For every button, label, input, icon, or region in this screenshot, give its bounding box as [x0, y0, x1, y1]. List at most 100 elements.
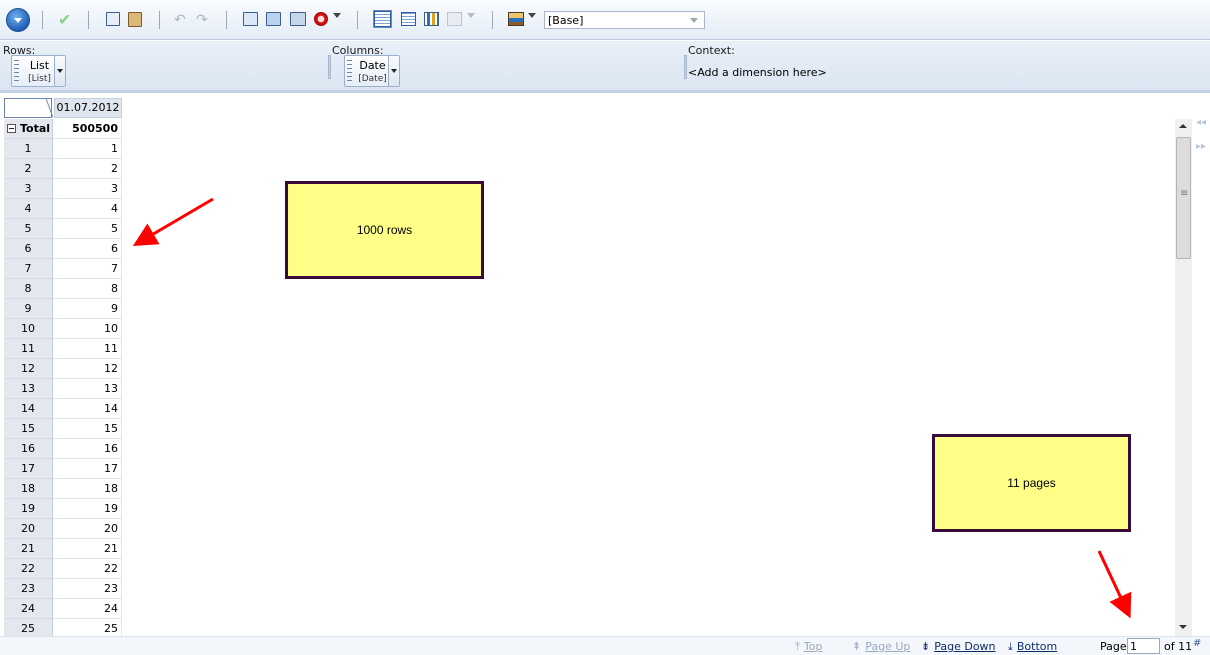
table-row[interactable]: 23 23	[4, 579, 122, 599]
table-row[interactable]: 21 21	[4, 539, 122, 559]
pager-page-down-link[interactable]: ⇟ Page Down	[921, 640, 996, 653]
settings-icon[interactable]	[290, 12, 306, 26]
row-header[interactable]: 15	[4, 419, 53, 439]
row-header[interactable]: 13	[4, 379, 53, 399]
table-row[interactable]: 88	[4, 279, 122, 299]
table-cell[interactable]: 7	[53, 259, 122, 279]
table-row[interactable]: 33	[4, 179, 122, 199]
row-header[interactable]: 20	[4, 519, 53, 539]
vertical-scrollbar[interactable]	[1175, 119, 1192, 636]
table-cell[interactable]: 4	[53, 199, 122, 219]
rows-dimension-dropdown[interactable]	[54, 56, 65, 86]
chevron-down-icon[interactable]	[467, 13, 475, 18]
table-row[interactable]: 24 24	[4, 599, 122, 619]
perspective-select[interactable]: [Base]	[544, 11, 705, 29]
row-header[interactable]: 21	[4, 539, 53, 559]
row-header[interactable]: 11	[4, 339, 53, 359]
table-row[interactable]: 22	[4, 159, 122, 179]
table-row[interactable]: 66	[4, 239, 122, 259]
table-cell[interactable]: 14	[53, 399, 122, 419]
row-header[interactable]: 6	[4, 239, 53, 259]
row-header[interactable]: 9	[4, 299, 53, 319]
table-cell[interactable]: 6	[53, 239, 122, 259]
table-row[interactable]: 55	[4, 219, 122, 239]
save-view-icon[interactable]	[266, 12, 281, 26]
row-header[interactable]: 19	[4, 499, 53, 519]
table-row[interactable]: 15 15	[4, 419, 122, 439]
table-cell[interactable]: 24	[53, 599, 122, 619]
table-cell[interactable]: 22	[53, 559, 122, 579]
row-header[interactable]: 12	[4, 359, 53, 379]
chevron-down-icon[interactable]	[528, 13, 536, 18]
table-row[interactable]: 13 13	[4, 379, 122, 399]
table-row[interactable]: 10 10	[4, 319, 122, 339]
table-row[interactable]: 22 22	[4, 559, 122, 579]
drag-handle-icon[interactable]	[347, 60, 352, 82]
table-cell[interactable]: 10	[53, 319, 122, 339]
table-cell[interactable]: 16	[53, 439, 122, 459]
table-row[interactable]: 11	[4, 139, 122, 159]
table-cell[interactable]: 1	[53, 139, 122, 159]
table-row[interactable]: 20 20	[4, 519, 122, 539]
table-row-total[interactable]: Total 500500	[4, 119, 122, 139]
table-cell[interactable]: 15	[53, 419, 122, 439]
table-row[interactable]: 18 18	[4, 479, 122, 499]
expand-right-icon[interactable]: ▸▸	[1196, 141, 1206, 152]
collapse-icon[interactable]	[7, 124, 16, 133]
table-cell[interactable]: 21	[53, 539, 122, 559]
table-cell[interactable]: 18	[53, 479, 122, 499]
row-header[interactable]: 3	[4, 179, 53, 199]
table-cell[interactable]: 13	[53, 379, 122, 399]
row-header[interactable]: 23	[4, 579, 53, 599]
scrollbar-thumb[interactable]	[1176, 137, 1191, 259]
page-number-input[interactable]	[1127, 638, 1160, 654]
rows-dimension-chip[interactable]: List [List]	[11, 55, 66, 87]
row-header[interactable]: 8	[4, 279, 53, 299]
stop-icon[interactable]	[314, 12, 328, 26]
chevron-down-icon[interactable]	[333, 13, 341, 18]
table-cell[interactable]: 20	[53, 519, 122, 539]
table-cell[interactable]: 9	[53, 299, 122, 319]
open-view-icon[interactable]	[243, 12, 258, 26]
apply-check-icon[interactable]: ✔	[58, 12, 75, 28]
table-row[interactable]: 14 14	[4, 399, 122, 419]
table-row[interactable]: 11 11	[4, 339, 122, 359]
pager-top-link[interactable]: ⤒ Top	[795, 640, 822, 654]
row-header[interactable]: 2	[4, 159, 53, 179]
palette-icon[interactable]	[508, 12, 524, 26]
row-header[interactable]: 17	[4, 459, 53, 479]
undo-icon[interactable]: ↶	[174, 12, 191, 28]
column-header-date[interactable]: 01.07.2012	[54, 98, 122, 118]
table-cell[interactable]: 12	[53, 359, 122, 379]
pager-nav-icon[interactable]: #	[1193, 638, 1201, 649]
chart-view-icon[interactable]	[424, 12, 439, 26]
table-row[interactable]: 99	[4, 299, 122, 319]
pager-bottom-link[interactable]: ⤓ Bottom	[1008, 640, 1057, 654]
copy-icon[interactable]	[106, 12, 120, 26]
chart-options-icon[interactable]	[447, 12, 462, 26]
table-row[interactable]: 12 12	[4, 359, 122, 379]
grid-corner-cell[interactable]	[4, 98, 52, 118]
table-cell[interactable]: 17	[53, 459, 122, 479]
paste-icon[interactable]	[128, 12, 142, 27]
menu-icon[interactable]	[6, 8, 30, 32]
table-cell[interactable]: 23	[53, 579, 122, 599]
table-row[interactable]: 17 17	[4, 459, 122, 479]
context-drop-slot[interactable]	[684, 55, 687, 79]
table-view-icon[interactable]	[401, 12, 416, 26]
collapse-left-icon[interactable]: ◂◂	[1196, 117, 1206, 128]
columns-dimension-chip[interactable]: Date [Date]	[344, 55, 400, 87]
columns-drop-slot[interactable]	[328, 55, 331, 79]
scroll-up-icon[interactable]	[1179, 124, 1187, 128]
table-cell[interactable]: 3	[53, 179, 122, 199]
columns-dimension-dropdown[interactable]	[388, 56, 399, 86]
row-header-total[interactable]: Total	[4, 119, 53, 139]
row-header[interactable]: 5	[4, 219, 53, 239]
row-header[interactable]: 22	[4, 559, 53, 579]
row-header[interactable]: 1	[4, 139, 53, 159]
redo-icon[interactable]: ↷	[196, 12, 213, 28]
table-row[interactable]: 19 19	[4, 499, 122, 519]
table-cell[interactable]: 11	[53, 339, 122, 359]
row-header[interactable]: 18	[4, 479, 53, 499]
pager-page-up-link[interactable]: ⇞ Page Up	[852, 640, 910, 653]
